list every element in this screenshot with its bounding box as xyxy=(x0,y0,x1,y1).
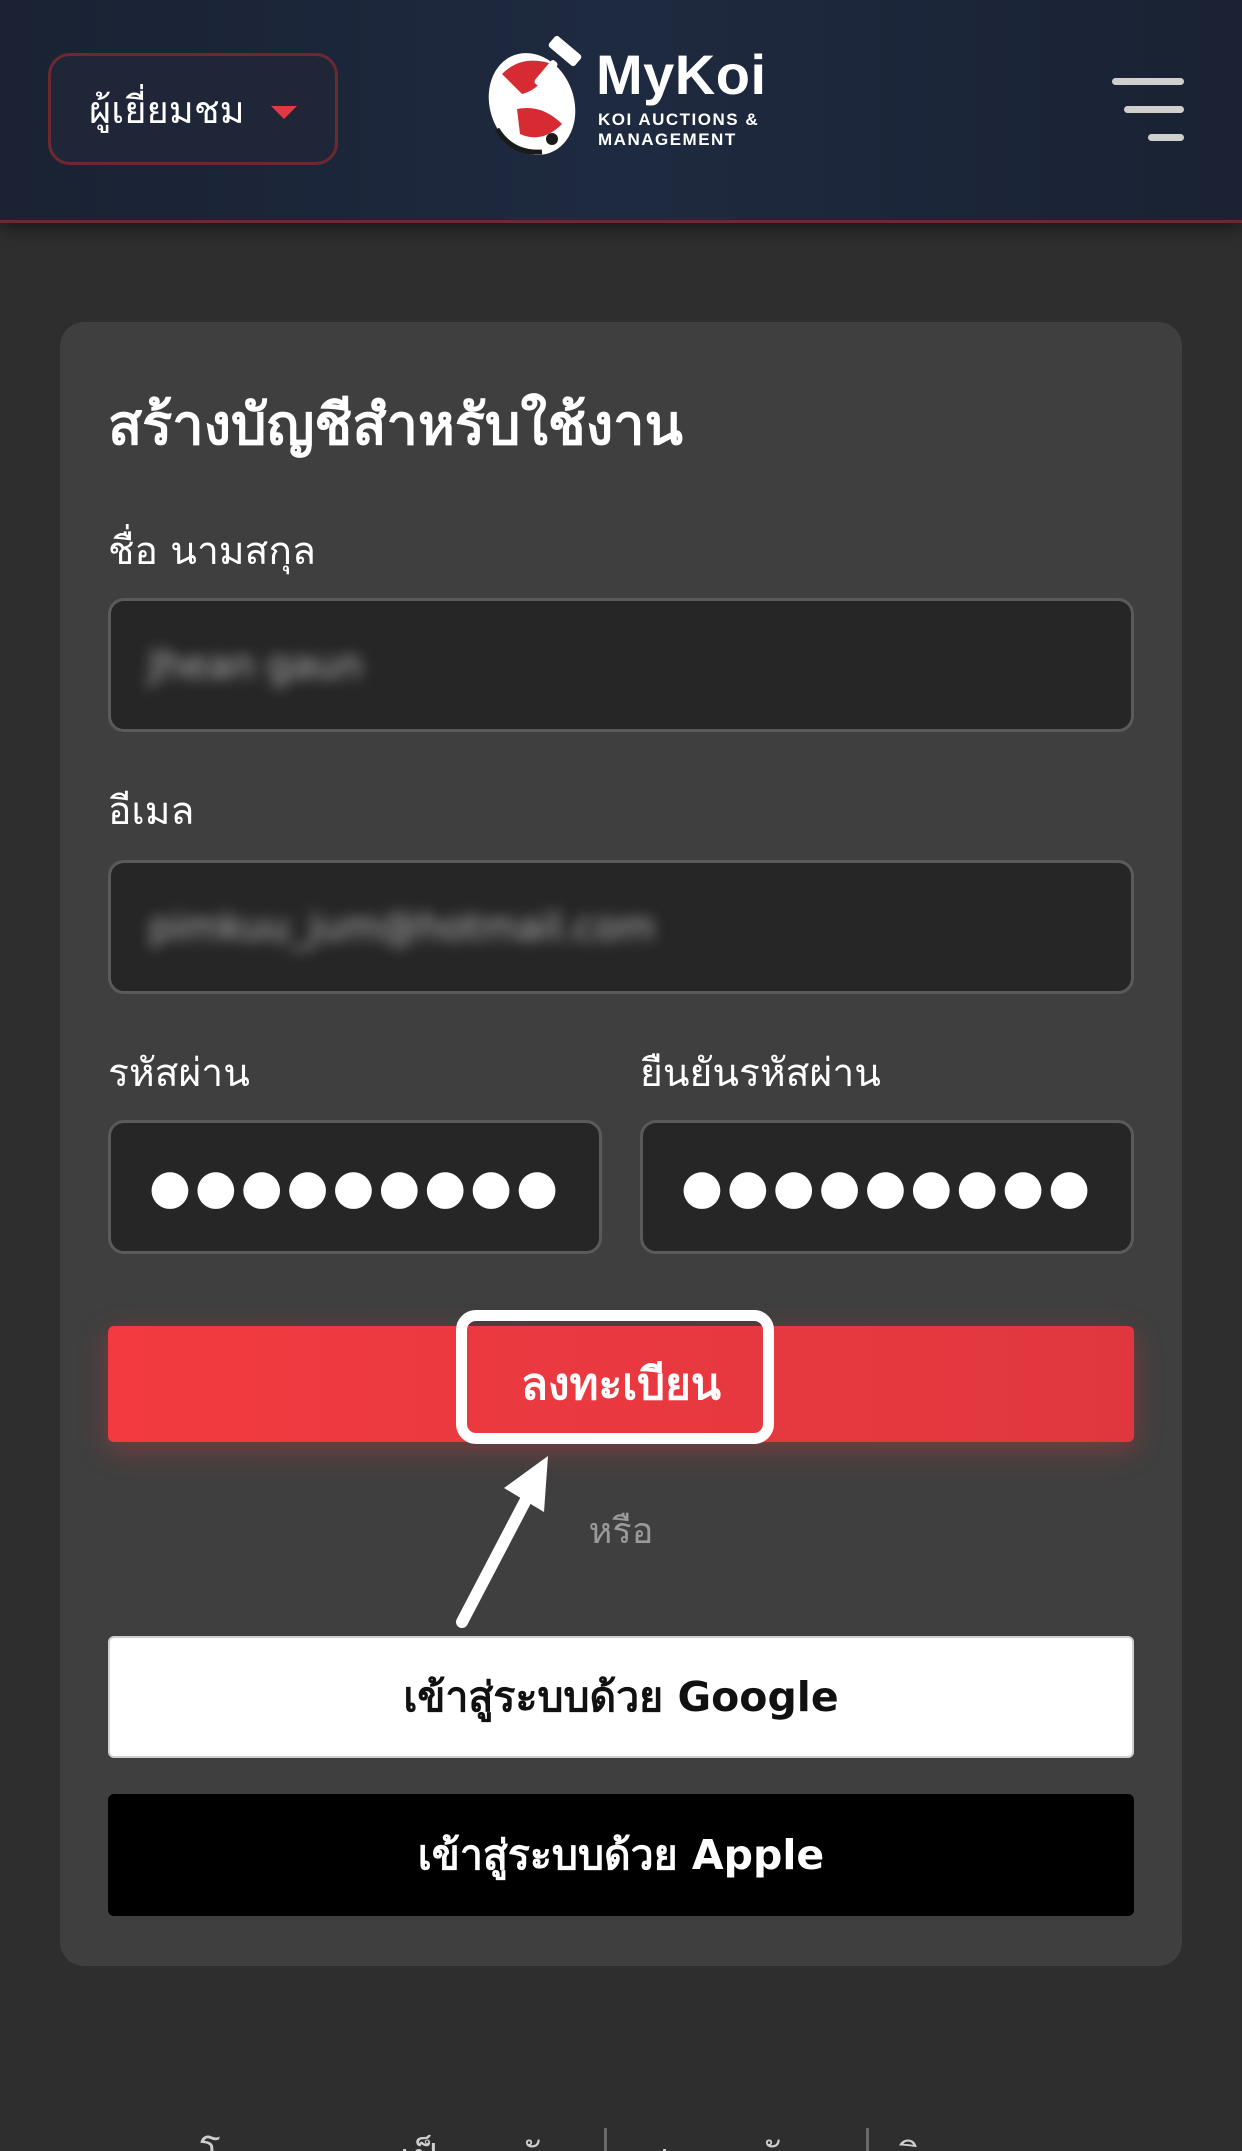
apple-signin-button[interactable]: เข้าสู่ระบบด้วย Apple xyxy=(108,1794,1134,1916)
apple-signin-label: เข้าสู่ระบบด้วย Apple xyxy=(417,1830,825,1879)
password-input[interactable]: ●●●●●●●●● xyxy=(108,1120,602,1254)
role-selector[interactable]: ผู้เยี่ยมชม xyxy=(48,53,338,165)
email-label: อีเมล xyxy=(108,789,195,834)
password-input-value: ●●●●●●●●● xyxy=(149,1159,562,1215)
footer-link-1[interactable]: โ xyxy=(200,2126,220,2151)
hamburger-menu-icon[interactable] xyxy=(1108,78,1184,142)
page-title: สร้างบัญชีสำหรับใช้งาน xyxy=(108,393,683,458)
confirm-password-input[interactable]: ●●●●●●●●● xyxy=(640,1120,1134,1254)
footer-separator xyxy=(866,2128,869,2151)
name-label: ชื่อ นามสกุล xyxy=(108,529,316,574)
logo-title: MyKoi xyxy=(596,43,767,106)
role-selector-value: ผู้เยี่ยมชม xyxy=(89,87,245,132)
highlight-box xyxy=(456,1310,774,1444)
footer-link-2[interactable]: เป็ xyxy=(400,2126,437,2151)
email-input-value: pimkuu_jum@hotmail.com xyxy=(149,905,656,949)
top-bar: ผู้เยี่ยมชม MyKoi KOI AUCTIONS & MANAGEM… xyxy=(0,0,1242,223)
confirm-password-label: ยืนยันรหัสผ่าน xyxy=(640,1051,881,1096)
register-card: สร้างบัญชีสำหรับใช้งาน ชื่อ นามสกุล Jhea… xyxy=(60,322,1182,1966)
google-signin-button[interactable]: เข้าสู่ระบบด้วย Google xyxy=(108,1636,1134,1758)
footer-links: โ เป็ ั เ ั ิ xyxy=(0,2120,1242,2151)
footer-separator xyxy=(604,2128,607,2151)
name-input-value: Jhean gaun xyxy=(149,643,363,687)
caret-down-icon xyxy=(271,106,297,119)
password-label: รหัสผ่าน xyxy=(108,1051,250,1096)
annotation-arrow-icon xyxy=(456,1456,548,1628)
email-input[interactable]: pimkuu_jum@hotmail.com xyxy=(108,860,1134,994)
confirm-password-input-value: ●●●●●●●●● xyxy=(681,1159,1094,1215)
or-divider: หรือ xyxy=(588,1511,654,1552)
footer-link-4[interactable]: เ xyxy=(660,2126,673,2151)
koi-logo-icon xyxy=(488,35,582,155)
name-input[interactable]: Jhean gaun xyxy=(108,598,1134,732)
mykoi-logo[interactable]: MyKoi KOI AUCTIONS & MANAGEMENT xyxy=(482,34,772,164)
google-signin-label: เข้าสู่ระบบด้วย Google xyxy=(403,1672,839,1721)
logo-subtitle: KOI AUCTIONS & MANAGEMENT xyxy=(598,110,760,149)
